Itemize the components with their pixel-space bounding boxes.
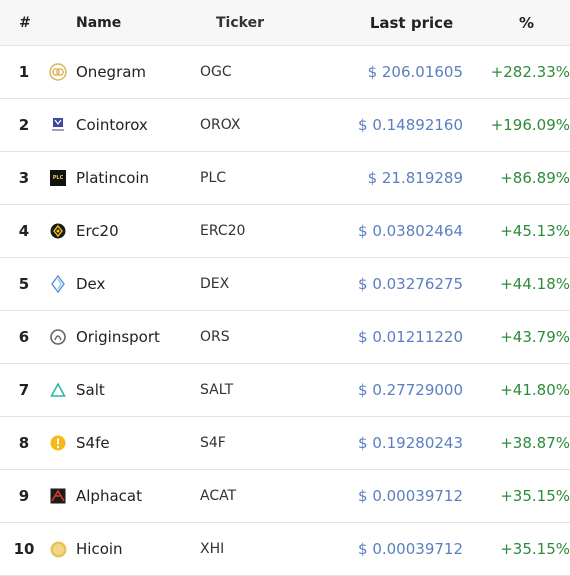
coin-ticker: DEX: [200, 276, 230, 292]
table-row[interactable]: 9 Alphacat ACAT $ 0.00039712 +35.15%: [0, 470, 570, 523]
coin-name[interactable]: S4fe: [76, 434, 200, 452]
table-header: # Name Ticker Last price %: [0, 0, 570, 46]
coin-ticker: S4F: [200, 435, 226, 451]
coin-price: $ 0.03276275: [358, 275, 463, 293]
rank: 8: [18, 434, 30, 452]
rank: 5: [18, 275, 30, 293]
coin-change: +43.79%: [500, 328, 570, 346]
onegram-logo-icon: [40, 63, 76, 81]
coin-name[interactable]: Hicoin: [76, 540, 200, 558]
rank: 7: [18, 381, 30, 399]
coin-ticker: OROX: [200, 117, 241, 133]
coin-ticker: PLC: [200, 170, 227, 186]
coin-price: $ 0.00039712: [358, 487, 463, 505]
rank: 10: [13, 540, 35, 558]
coin-change: +35.15%: [500, 487, 570, 505]
coin-price: $ 0.03802464: [358, 222, 463, 240]
coin-name[interactable]: Originsport: [76, 328, 200, 346]
coin-price: $ 0.19280243: [358, 434, 463, 452]
coin-price: $ 0.01211220: [358, 328, 463, 346]
cointorox-logo-icon: [40, 116, 76, 134]
table-row[interactable]: 8 S4fe S4F $ 0.19280243 +38.87%: [0, 417, 570, 470]
table-row[interactable]: 10 Hicoin XHI $ 0.00039712 +35.15%: [0, 523, 570, 576]
coin-ticker: XHI: [200, 541, 225, 557]
rank: 4: [18, 222, 30, 240]
coin-price: $ 206.01605: [367, 63, 463, 81]
crypto-gainers-table: # Name Ticker Last price % 1 Onegram OGC…: [0, 0, 570, 576]
table-row[interactable]: 6 Originsport ORS $ 0.01211220 +43.79%: [0, 311, 570, 364]
rank: 6: [18, 328, 30, 346]
erc20-logo-icon: [40, 223, 76, 239]
coin-ticker: ACAT: [200, 488, 237, 504]
table-row[interactable]: 2 Cointorox OROX $ 0.14892160 +196.09%: [0, 99, 570, 152]
coin-change: +282.33%: [490, 63, 570, 81]
coin-ticker: OGC: [200, 64, 232, 80]
header-last-price[interactable]: Last price: [320, 14, 463, 32]
salt-logo-icon: [40, 382, 76, 398]
coin-change: +45.13%: [500, 222, 570, 240]
coin-ticker: SALT: [200, 382, 234, 398]
dex-logo-icon: [40, 275, 76, 293]
table-row[interactable]: 3 PLC Platincoin PLC $ 21.819289 +86.89%: [0, 152, 570, 205]
coin-name[interactable]: Erc20: [76, 222, 200, 240]
coin-name[interactable]: Dex: [76, 275, 200, 293]
coin-change: +41.80%: [500, 381, 570, 399]
hicoin-logo-icon: [40, 541, 76, 558]
coin-change: +38.87%: [500, 434, 570, 452]
coin-name[interactable]: Cointorox: [76, 116, 200, 134]
rank: 1: [18, 63, 30, 81]
coin-change: +35.15%: [500, 540, 570, 558]
table-row[interactable]: 1 Onegram OGC $ 206.01605 +282.33%: [0, 46, 570, 99]
table-row[interactable]: 7 Salt SALT $ 0.27729000 +41.80%: [0, 364, 570, 417]
header-percent[interactable]: %: [463, 14, 570, 32]
coin-name[interactable]: Alphacat: [76, 487, 200, 505]
coin-ticker: ORS: [200, 329, 230, 345]
coin-price: $ 0.14892160: [358, 116, 463, 134]
table-row[interactable]: 4 Erc20 ERC20 $ 0.03802464 +45.13%: [0, 205, 570, 258]
coin-name[interactable]: Salt: [76, 381, 200, 399]
header-rank[interactable]: #: [0, 15, 40, 31]
header-name[interactable]: Name: [76, 15, 200, 31]
coin-price: $ 0.00039712: [358, 540, 463, 558]
coin-change: +86.89%: [500, 169, 570, 187]
coin-ticker: ERC20: [200, 223, 246, 239]
header-ticker[interactable]: Ticker: [200, 15, 320, 31]
coin-name[interactable]: Onegram: [76, 63, 200, 81]
rank: 2: [18, 116, 30, 134]
originsport-logo-icon: [40, 328, 76, 346]
platincoin-logo-icon: PLC: [40, 170, 76, 186]
rank: 9: [18, 487, 30, 505]
coin-change: +44.18%: [500, 275, 570, 293]
coin-change: +196.09%: [490, 116, 570, 134]
rank: 3: [18, 169, 30, 187]
alphacat-logo-icon: [40, 488, 76, 504]
coin-price: $ 21.819289: [367, 169, 463, 187]
coin-name[interactable]: Platincoin: [76, 169, 200, 187]
table-row[interactable]: 5 Dex DEX $ 0.03276275 +44.18%: [0, 258, 570, 311]
coin-price: $ 0.27729000: [358, 381, 463, 399]
s4fe-logo-icon: [40, 435, 76, 451]
